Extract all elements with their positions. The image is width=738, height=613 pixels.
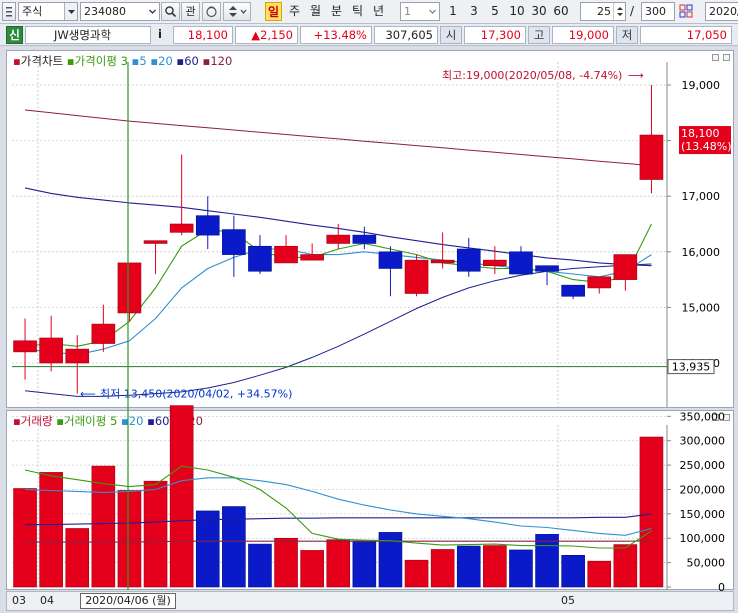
candle-down — [222, 229, 246, 255]
candle-up — [300, 254, 324, 261]
candle-up — [91, 323, 116, 344]
low-annotation: 최저 13,450(2020/04/02, +34.57%) — [100, 388, 292, 401]
volume-bar-down — [509, 549, 533, 588]
crosshair-date-text: 2020/04/06 (월) — [85, 594, 171, 607]
volume-bar-down — [195, 510, 220, 588]
volume-bar-down — [352, 540, 377, 588]
volume-tick-label: 100,000 — [680, 532, 726, 545]
candle-down — [561, 284, 585, 297]
x-axis-label-mar: 03 — [12, 594, 26, 607]
price-tick-label: 19,000 — [682, 79, 721, 92]
volume-bar-up — [639, 436, 664, 588]
low-annotation-arrow: ⟵ — [80, 388, 96, 401]
candle-down — [195, 215, 220, 236]
candle-up — [117, 262, 142, 314]
crosshair-date-label: 2020/04/06 (월) — [80, 593, 176, 609]
candle-down — [352, 234, 377, 244]
candle-up — [404, 259, 429, 294]
volume-tick-label: 250,000 — [680, 459, 726, 472]
volume-bar-up — [274, 537, 298, 588]
x-axis-label-apr: 04 — [40, 594, 54, 607]
volume-bar-up — [143, 480, 168, 588]
candle-down — [509, 251, 533, 275]
candle-up — [483, 259, 507, 267]
volume-bar-up — [65, 528, 90, 588]
volume-bar-up — [587, 560, 612, 588]
x-axis-label-may: 05 — [561, 594, 575, 607]
candle-down — [248, 245, 272, 272]
volume-bar-down — [561, 555, 585, 588]
current-price-tag-label: 18,100 — [681, 127, 720, 140]
reference-hline-label: 13,935 — [672, 361, 711, 374]
high-annotation-arrow: ⟶ — [628, 69, 644, 82]
high-annotation: 최고:19,000(2020/05/08, -4.74%) — [442, 69, 622, 82]
volume-bar-down — [456, 545, 481, 588]
volume-bar-up — [13, 488, 37, 588]
candle-up — [587, 276, 612, 289]
volume-tick-label: 200,000 — [680, 483, 726, 496]
price-ma120-line — [24, 109, 652, 167]
candle-up — [65, 348, 90, 364]
candle-down — [535, 265, 559, 272]
volume-bar-up — [326, 539, 351, 588]
candle-up — [639, 134, 664, 180]
volume-tick-label: 300,000 — [680, 435, 726, 448]
price-tick-label: 15,000 — [682, 301, 721, 314]
candle-up — [13, 340, 37, 353]
candle-up — [143, 240, 168, 244]
candle-up — [39, 337, 63, 364]
candle-up — [613, 254, 638, 280]
candlestick-chart[interactable]: 19,00018,00017,00016,00015,00014,000 350… — [0, 0, 738, 613]
volume-bar-up — [169, 405, 194, 588]
price-tick-label: 16,000 — [682, 246, 721, 259]
volume-bar-up — [39, 472, 63, 588]
current-pct-tag-label: (13.48%) — [681, 140, 732, 153]
volume-bar-up — [430, 549, 455, 588]
volume-bar-up — [117, 490, 142, 588]
volume-tick-label: 350,000 — [680, 410, 726, 423]
volume-tick-label: 50,000 — [687, 557, 726, 570]
volume-bar-up — [613, 544, 638, 588]
candle-down — [456, 248, 481, 272]
volume-tick-label: 150,000 — [680, 508, 726, 521]
volume-bar-down — [535, 534, 559, 588]
volume-bar-up — [483, 545, 507, 588]
volume-bar-down — [248, 543, 272, 588]
price-tick-label: 17,000 — [682, 190, 721, 203]
candle-up — [274, 245, 298, 264]
candle-up — [169, 223, 194, 233]
candle-up — [326, 234, 351, 244]
candle-up — [430, 259, 455, 264]
volume-bar-up — [300, 550, 324, 588]
candle-down — [378, 251, 403, 269]
volume-bar-up — [404, 559, 429, 588]
